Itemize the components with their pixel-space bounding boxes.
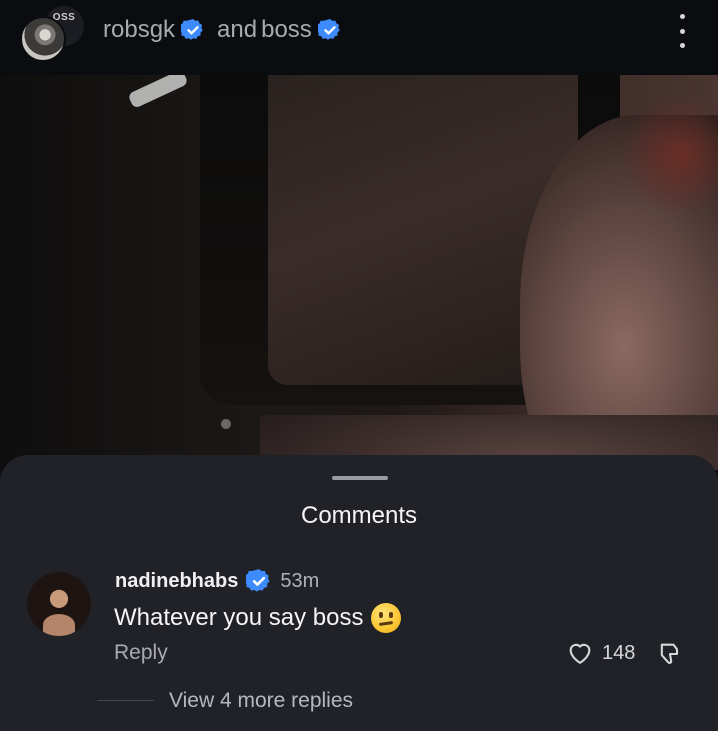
- comment-text: Whatever you say boss: [114, 603, 402, 633]
- comment-header: nadinebhabs 53m: [115, 568, 319, 594]
- verified-icon: [317, 19, 340, 40]
- menu-dot: [679, 14, 685, 19]
- dislike-icon[interactable]: [656, 640, 684, 668]
- more-vert-icon[interactable]: [672, 14, 692, 48]
- view-more-replies-button[interactable]: View 4 more replies: [169, 689, 353, 713]
- drag-handle[interactable]: [332, 476, 388, 480]
- channel-header: OSS robsgk and boss: [0, 0, 718, 75]
- owner-name-robsgk[interactable]: robsgk: [103, 16, 175, 44]
- channel-owners[interactable]: robsgk and boss: [103, 16, 342, 44]
- commenter-avatar[interactable]: [27, 572, 91, 636]
- video-frame-dot: [221, 419, 231, 429]
- saluting-face-emoji-icon: [371, 603, 402, 633]
- comment-body: Whatever you say boss: [114, 604, 364, 631]
- menu-dot: [679, 43, 685, 48]
- comments-title: Comments: [300, 502, 418, 529]
- verified-icon: [181, 19, 203, 40]
- verified-icon: [246, 569, 270, 592]
- collab-avatars[interactable]: OSS: [20, 6, 90, 66]
- like-count: 148: [602, 641, 636, 664]
- like-button[interactable]: 148: [566, 639, 635, 667]
- video-frame-detail: [127, 75, 189, 109]
- replies-divider: [97, 700, 154, 701]
- video-player[interactable]: [0, 75, 718, 470]
- comments-sheet: Comments nadinebhabs 53m Whatever you sa…: [0, 455, 718, 731]
- owner-joiner: and: [217, 16, 258, 43]
- owner-name-boss[interactable]: boss: [261, 16, 312, 44]
- menu-dot: [679, 28, 685, 34]
- commenter-username[interactable]: nadinebhabs: [115, 570, 238, 593]
- reply-button[interactable]: Reply: [114, 641, 168, 665]
- comment-time: 53m: [280, 569, 320, 592]
- heart-icon: [569, 643, 591, 664]
- robsgk-avatar[interactable]: [20, 16, 66, 62]
